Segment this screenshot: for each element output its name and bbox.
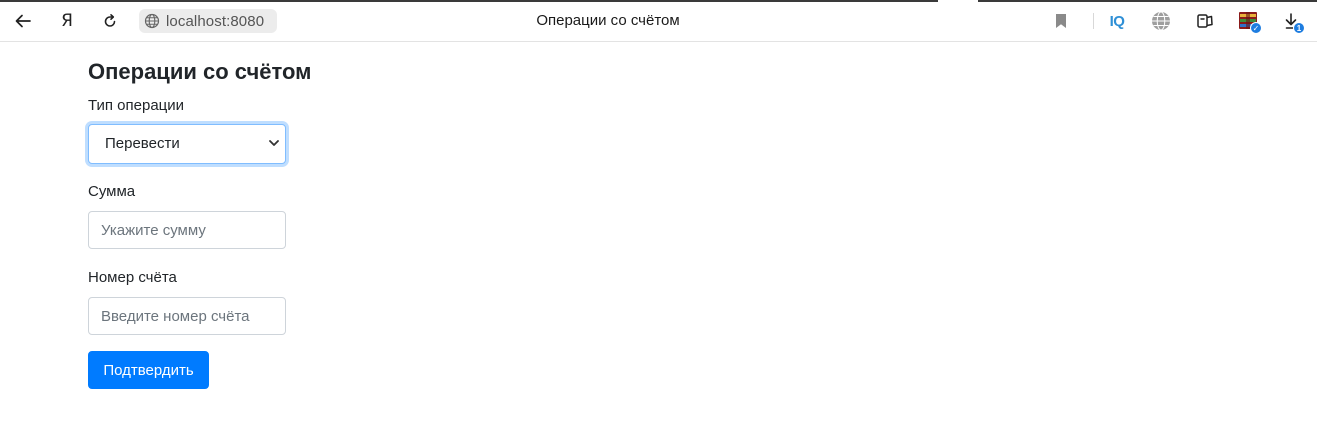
- reload-icon: [104, 14, 116, 27]
- iq-label: IQ: [1109, 12, 1125, 30]
- reload-button[interactable]: [98, 9, 122, 33]
- globe-icon: [144, 13, 160, 29]
- check-badge-icon: ✓: [1250, 22, 1262, 34]
- bookmark-icon: [1056, 14, 1066, 28]
- yandex-button[interactable]: Я: [55, 9, 79, 33]
- browser-toolbar: Я localhost:8080 Операции со счётом IQ ✓…: [0, 0, 1317, 42]
- operation-type-select[interactable]: Перевести: [88, 124, 286, 164]
- globe-icon: [1152, 11, 1170, 31]
- toolbar-divider: [1093, 13, 1094, 29]
- extension-button[interactable]: ✓: [1237, 9, 1262, 34]
- site-info-icon[interactable]: [144, 13, 160, 29]
- downloads-count-badge: 1: [1293, 22, 1305, 34]
- bookmark-button[interactable]: [1049, 9, 1073, 33]
- yandex-logo-icon: Я: [61, 11, 73, 31]
- account-number-input[interactable]: [88, 297, 286, 335]
- operation-type-label: Тип операции: [88, 97, 185, 114]
- amount-input[interactable]: [88, 211, 286, 249]
- collections-button[interactable]: [1193, 9, 1217, 33]
- chevron-down-icon: [269, 140, 279, 146]
- page-title: Операции со счётом: [88, 59, 312, 84]
- translate-button[interactable]: [1149, 9, 1173, 33]
- address-url: localhost:8080: [166, 12, 265, 30]
- iq-button[interactable]: IQ: [1105, 9, 1129, 33]
- arrow-left-icon: [15, 14, 31, 28]
- back-button[interactable]: [11, 9, 35, 33]
- window-frame-strip: [0, 0, 938, 2]
- downloads-button[interactable]: 1: [1281, 9, 1305, 34]
- tab-title: Операции со счётом: [536, 12, 680, 29]
- operation-type-selected: Перевести: [105, 135, 180, 152]
- amount-label: Сумма: [88, 183, 136, 200]
- window-frame-strip: [978, 0, 1317, 2]
- collections-icon: [1197, 14, 1213, 28]
- account-number-label: Номер счёта: [88, 269, 177, 286]
- submit-button[interactable]: Подтвердить: [88, 351, 209, 389]
- address-bar[interactable]: localhost:8080: [139, 9, 277, 33]
